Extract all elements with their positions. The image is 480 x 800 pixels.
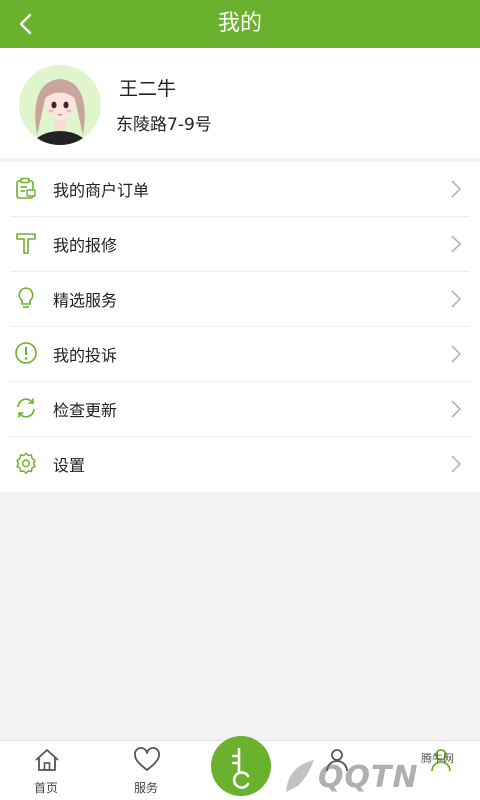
- chevron-right-icon: [451, 400, 462, 418]
- chevron-right-icon: [451, 455, 462, 473]
- avatar[interactable]: [19, 65, 101, 145]
- tab-home[interactable]: 首页: [6, 741, 86, 800]
- repair-hammer-icon: [16, 233, 36, 254]
- menu-item-settings[interactable]: 设置: [0, 437, 480, 492]
- menu-item-complaints[interactable]: 我的投诉: [0, 327, 480, 382]
- tab-label: 服务: [133, 781, 158, 795]
- chevron-right-icon: [451, 180, 462, 198]
- chevron-right-icon: [451, 290, 462, 308]
- menu-label: 设置: [53, 456, 86, 475]
- chevron-right-icon: [451, 345, 462, 363]
- leaf-logo-icon: [286, 760, 314, 792]
- profile-card[interactable]: 王二牛 东陵路7-9号: [0, 48, 480, 158]
- page-title: 我的: [217, 11, 262, 36]
- menu-label: 我的投诉: [53, 346, 118, 365]
- menu-item-merchant-orders[interactable]: 我的商户订单: [0, 162, 480, 217]
- watermark-site-name: 腾牛网: [421, 752, 454, 765]
- watermark: 腾牛网 QQTN: [282, 748, 472, 798]
- menu-item-featured-services[interactable]: 精选服务: [0, 272, 480, 327]
- home-icon: [35, 749, 59, 771]
- key-button[interactable]: [211, 736, 271, 796]
- tab-services[interactable]: 服务: [106, 741, 186, 800]
- menu-list: 我的商户订单 我的报修 精选服务 我的投诉 检查更新 设置: [0, 162, 480, 492]
- heart-icon: [134, 747, 160, 771]
- menu-label: 检查更新: [53, 401, 118, 420]
- avatar-girl-icon: [31, 79, 89, 145]
- complaint-icon: [15, 342, 37, 364]
- menu-label: 我的报修: [53, 236, 118, 255]
- merchant-order-icon: [16, 177, 36, 199]
- key-icon: [231, 747, 250, 789]
- refresh-icon: [17, 398, 35, 418]
- lightbulb-icon: [18, 287, 34, 308]
- user-address: 东陵路7-9号: [116, 115, 212, 135]
- tab-label: 首页: [33, 781, 58, 795]
- user-name: 王二牛: [119, 78, 177, 100]
- menu-label: 精选服务: [53, 291, 118, 310]
- menu-label: 我的商户订单: [53, 181, 150, 200]
- watermark-logo-text: QQTN: [318, 760, 419, 795]
- menu-item-check-update[interactable]: 检查更新: [0, 382, 480, 437]
- chevron-right-icon: [451, 235, 462, 253]
- title-bar: 我的: [0, 0, 480, 48]
- gear-icon: [16, 452, 36, 475]
- menu-item-repairs[interactable]: 我的报修: [0, 217, 480, 272]
